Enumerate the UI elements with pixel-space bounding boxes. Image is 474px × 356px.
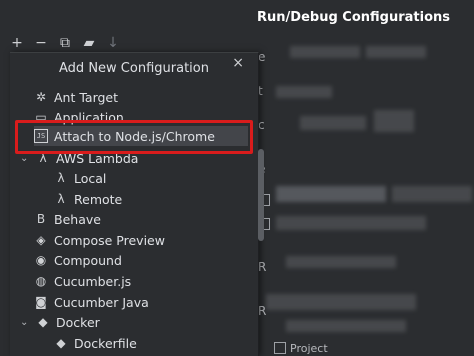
blurred-field [366,46,426,58]
item-label: Dockerfile [74,335,137,351]
chevron-down-icon[interactable]: ⌄ [20,317,32,328]
toolbar: + − ⧉ ▰ ↓ [8,34,122,52]
item-label: Ant Target [54,89,119,105]
blurred-field [286,256,396,268]
add-configuration-popup: Add New Configuration × ✲ Ant Target ▭ A… [10,52,264,356]
highlight-box [15,120,253,154]
sort-icon[interactable]: ↓ [104,35,122,51]
add-icon[interactable]: + [8,35,26,51]
folder-icon[interactable]: ▰ [80,35,98,51]
cucumber-icon: ◍ [35,274,47,288]
item-label: Cucumber.js [54,273,132,289]
blurred-field [392,186,472,202]
item-label: Compound [54,252,122,268]
item-label: Docker [56,314,100,330]
list-item-dockerfile[interactable]: ◆ Dockerfile [54,333,294,353]
blurred-field [374,110,414,132]
compound-icon: ◉ [35,253,47,267]
scrollbar[interactable] [258,149,264,241]
list-item-cucumber-java[interactable]: ◙ Cucumber Java [34,292,274,312]
blurred-field [286,320,406,332]
blurred-field [300,116,366,130]
remove-icon[interactable]: − [32,35,50,51]
list-item-compound[interactable]: ◉ Compound [34,250,274,270]
list-item-ant-target[interactable]: ✲ Ant Target [34,87,274,107]
item-label: Local [74,170,107,186]
project-label: Project [290,342,328,355]
list-item-cucumber-js[interactable]: ◍ Cucumber.js [34,271,274,291]
docker-icon: ◆ [38,315,48,329]
blurred-field [276,86,332,98]
close-icon[interactable]: × [232,55,244,71]
docker-icon: ◆ [56,336,66,350]
blurred-field [276,216,426,230]
list-item-behave[interactable]: B Behave [34,209,274,229]
copy-icon[interactable]: ⧉ [56,35,74,51]
chevron-down-icon[interactable]: ⌄ [20,153,32,164]
list-item-docker[interactable]: ⌄ ◆ Docker [20,312,260,332]
lambda-icon: λ [57,171,65,185]
item-label: Remote [74,191,123,207]
ant-icon: ✲ [35,90,47,104]
list-item-compose-preview[interactable]: ◈ Compose Preview [34,230,274,250]
lambda-icon: λ [57,192,65,206]
blurred-field [266,294,416,310]
item-label: Behave [54,211,101,227]
label-fragment: e [258,50,266,64]
window-title: Run/Debug Configurations [257,10,450,25]
item-label: Compose Preview [54,232,165,248]
behave-icon: B [36,212,46,226]
compose-icon: ◈ [36,233,46,247]
cucumber-java-icon: ◙ [35,295,47,309]
popup-title: Add New Configuration [59,61,209,76]
blurred-field [290,46,360,58]
item-label: Cucumber Java [54,294,149,310]
title-bar: Run/Debug Configurations [0,0,474,36]
